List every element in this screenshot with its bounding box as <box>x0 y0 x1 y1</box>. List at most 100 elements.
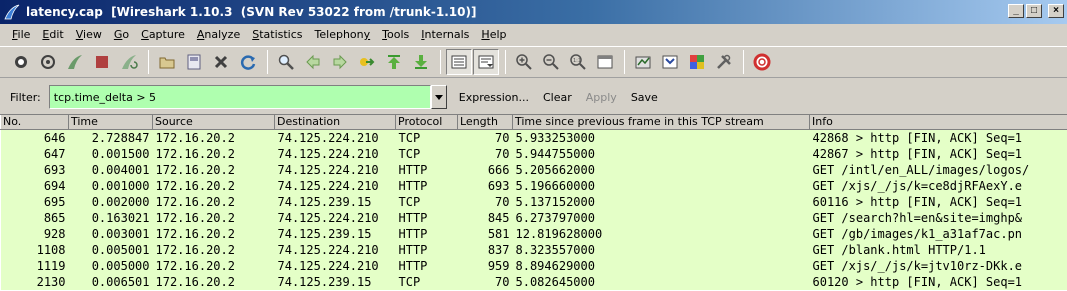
packet-row[interactable]: 647 0.001500 172.16.20.2 74.125.224.210 TCP 7… <box>0 145 1067 162</box>
packet-cell: 42867 > http [FIN, ACK] Seq=1 <box>812 146 1023 161</box>
maximize-button[interactable]: □ <box>1026 4 1042 18</box>
packet-cell: 0.006501 <box>91 274 150 289</box>
go-back-icon <box>306 54 320 70</box>
packet-cell: 0.005001 <box>91 242 150 257</box>
column-header[interactable]: Protocol <box>395 115 458 130</box>
packet-row[interactable]: 646 2.728847 172.16.20.2 74.125.224.210 TCP 7… <box>0 129 1067 146</box>
window-title: latency.cap [Wireshark 1.10.3 (SVN Rev 5… <box>26 5 477 19</box>
column-header[interactable]: Source <box>152 115 275 130</box>
toolbar-separator <box>505 50 506 74</box>
menu-go[interactable]: Go <box>108 28 135 41</box>
packet-cell: 74.125.224.210 <box>277 162 379 177</box>
open-file-button[interactable] <box>154 49 180 75</box>
packet-row[interactable]: 865 0.163021 172.16.20.2 74.125.224.210 HTTP… <box>0 209 1067 226</box>
normal-size-button[interactable]: 1:1 <box>565 49 591 75</box>
filter-history-dropdown[interactable] <box>430 85 447 109</box>
display-filter-input[interactable] <box>48 85 431 109</box>
packet-cell: GET /gb/images/k1_a31af7ac.pn <box>812 226 1023 241</box>
packet-cell: 172.16.20.2 <box>155 178 235 193</box>
toolbar-separator <box>743 50 744 74</box>
packet-cell: 74.125.224.210 <box>277 130 379 145</box>
capture-options-button[interactable] <box>35 49 61 75</box>
packet-cell: 60116 > http [FIN, ACK] Seq=1 <box>812 194 1023 209</box>
reload-icon <box>240 55 256 70</box>
help-button[interactable] <box>749 49 775 75</box>
menu-internals[interactable]: Internals <box>415 28 475 41</box>
menu-edit[interactable]: Edit <box>36 28 69 41</box>
colorize-toggle[interactable] <box>446 49 472 75</box>
save-file-button[interactable] <box>181 49 207 75</box>
minimize-button[interactable]: _ <box>1008 4 1024 18</box>
filter-label: Filter: <box>10 90 41 104</box>
packet-cell: 5.933253000 <box>515 130 595 145</box>
close-file-button[interactable] <box>208 49 234 75</box>
last-packet-icon <box>415 55 427 69</box>
restart-capture-icon <box>122 55 138 69</box>
menu-capture[interactable]: Capture <box>135 28 191 41</box>
menu-view[interactable]: View <box>70 28 108 41</box>
save-file-icon <box>187 54 201 70</box>
menu-analyze[interactable]: Analyze <box>191 28 246 41</box>
go-forward-button[interactable] <box>327 49 353 75</box>
menu-file[interactable]: File <box>6 28 36 41</box>
go-back-button[interactable] <box>300 49 326 75</box>
packet-row[interactable]: 1108 0.005001 172.16.20.2 74.125.224.210 HTT… <box>0 241 1067 258</box>
packet-cell: 60120 > http [FIN, ACK] Seq=1 <box>812 274 1023 289</box>
packet-cell: 0.163021 <box>91 210 150 225</box>
column-header[interactable]: Destination <box>274 115 396 130</box>
packet-cell: 42868 > http [FIN, ACK] Seq=1 <box>812 130 1023 145</box>
apply-filter-button[interactable]: Apply <box>580 91 623 104</box>
save-filter-button[interactable]: Save <box>625 91 664 104</box>
stop-capture-button[interactable] <box>89 49 115 75</box>
preferences-button[interactable] <box>711 49 737 75</box>
menu-help[interactable]: Help <box>475 28 512 41</box>
packet-row[interactable]: 694 0.001000 172.16.20.2 74.125.224.210 HTTP… <box>0 177 1067 194</box>
clear-filter-button[interactable]: Clear <box>537 91 578 104</box>
capture-filters-button[interactable] <box>630 49 656 75</box>
packet-cell: HTTP <box>398 178 428 193</box>
go-to-packet-button[interactable] <box>354 49 380 75</box>
packet-row[interactable]: 1119 0.005000 172.16.20.2 74.125.224.210 HTT… <box>0 257 1067 274</box>
main-toolbar: 1:1 <box>0 46 1067 78</box>
close-button[interactable]: × <box>1048 4 1064 18</box>
resize-columns-button[interactable] <box>592 49 618 75</box>
restart-capture-button[interactable] <box>116 49 142 75</box>
packet-row[interactable]: 695 0.002000 172.16.20.2 74.125.239.15 TCP 70… <box>0 193 1067 210</box>
column-header[interactable]: Time <box>68 115 153 130</box>
packet-cell: TCP <box>398 194 421 209</box>
auto-scroll-toggle[interactable] <box>473 49 499 75</box>
packet-row[interactable]: 2130 0.006501 172.16.20.2 74.125.239.15 TCP 7… <box>0 273 1067 290</box>
maximize-icon: □ <box>1030 5 1038 16</box>
toolbar-separator <box>148 50 149 74</box>
packet-cell: 5.944755000 <box>515 146 595 161</box>
menu-statistics[interactable]: Statistics <box>246 28 308 41</box>
column-header[interactable]: Time since previous frame in this TCP st… <box>512 115 810 130</box>
first-packet-button[interactable] <box>381 49 407 75</box>
packet-cell: 70 <box>495 146 510 161</box>
packet-list-header: No. Time Source Destination Protocol Length Ti… <box>0 115 1067 130</box>
menu-telephony[interactable]: Telephony <box>309 28 377 41</box>
menu-tools[interactable]: Tools <box>376 28 415 41</box>
find-packet-button[interactable] <box>273 49 299 75</box>
packet-row[interactable]: 693 0.004001 172.16.20.2 74.125.224.210 HTTP… <box>0 161 1067 178</box>
display-filters-button[interactable] <box>657 49 683 75</box>
start-capture-button[interactable] <box>62 49 88 75</box>
packet-cell: 8.323557000 <box>515 242 595 257</box>
zoom-out-button[interactable] <box>538 49 564 75</box>
packet-cell: 5.082645000 <box>515 274 595 289</box>
minimize-icon: _ <box>1013 5 1019 16</box>
column-header[interactable]: No. <box>0 115 69 130</box>
coloring-rules-button[interactable] <box>684 49 710 75</box>
column-header[interactable]: Info <box>809 115 1067 130</box>
packet-cell: 2130 <box>36 274 66 289</box>
expression-button[interactable]: Expression... <box>453 91 535 104</box>
packet-cell: 646 <box>43 130 66 145</box>
reload-button[interactable] <box>235 49 261 75</box>
interface-list-button[interactable] <box>8 49 34 75</box>
packet-cell: 694 <box>43 178 66 193</box>
zoom-in-button[interactable] <box>511 49 537 75</box>
last-packet-button[interactable] <box>408 49 434 75</box>
close-file-icon <box>214 55 228 69</box>
packet-row[interactable]: 928 0.003001 172.16.20.2 74.125.239.15 HTTP 5… <box>0 225 1067 242</box>
column-header[interactable]: Length <box>457 115 513 130</box>
